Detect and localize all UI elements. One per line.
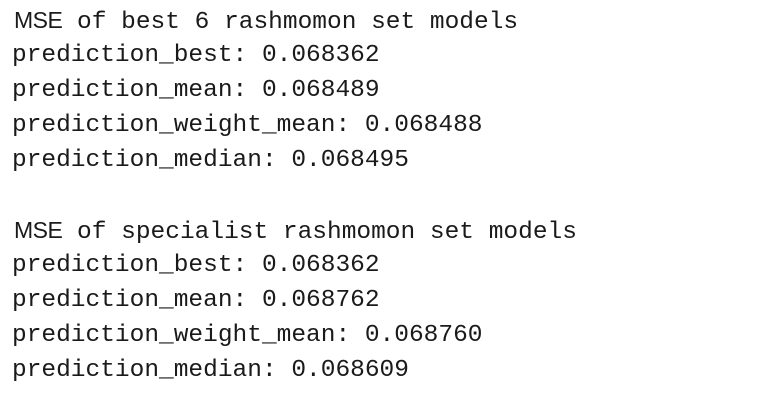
heading-prefix: MSE [14,7,63,33]
section-heading: MSE of specialist rashmomon set models [12,213,577,248]
output-line-prediction-median: prediction_median: 0.068609 [12,357,409,384]
output-line-prediction-weight-mean: prediction_weight_mean: 0.068488 [12,112,483,139]
output-line-prediction-best: prediction_best: 0.068362 [12,42,380,69]
output-line-prediction-best: prediction_best: 0.068362 [12,252,380,279]
output-line-prediction-weight-mean: prediction_weight_mean: 0.068760 [12,322,483,349]
output-line-prediction-mean: prediction_mean: 0.068762 [12,287,380,314]
output-line-prediction-mean: prediction_mean: 0.068489 [12,77,380,104]
output-section-best-6: MSE of best 6 rashmomon set models predi… [12,3,518,178]
heading-prefix: MSE [14,217,63,243]
heading-text: of best 6 rashmomon set models [62,9,519,36]
output-section-specialist: MSE of specialist rashmomon set models p… [12,213,577,388]
console-output: MSE of best 6 rashmomon set models predi… [0,0,758,406]
output-line-prediction-median: prediction_median: 0.068495 [12,147,409,174]
heading-text: of specialist rashmomon set models [62,219,577,246]
section-heading: MSE of best 6 rashmomon set models [12,3,518,38]
